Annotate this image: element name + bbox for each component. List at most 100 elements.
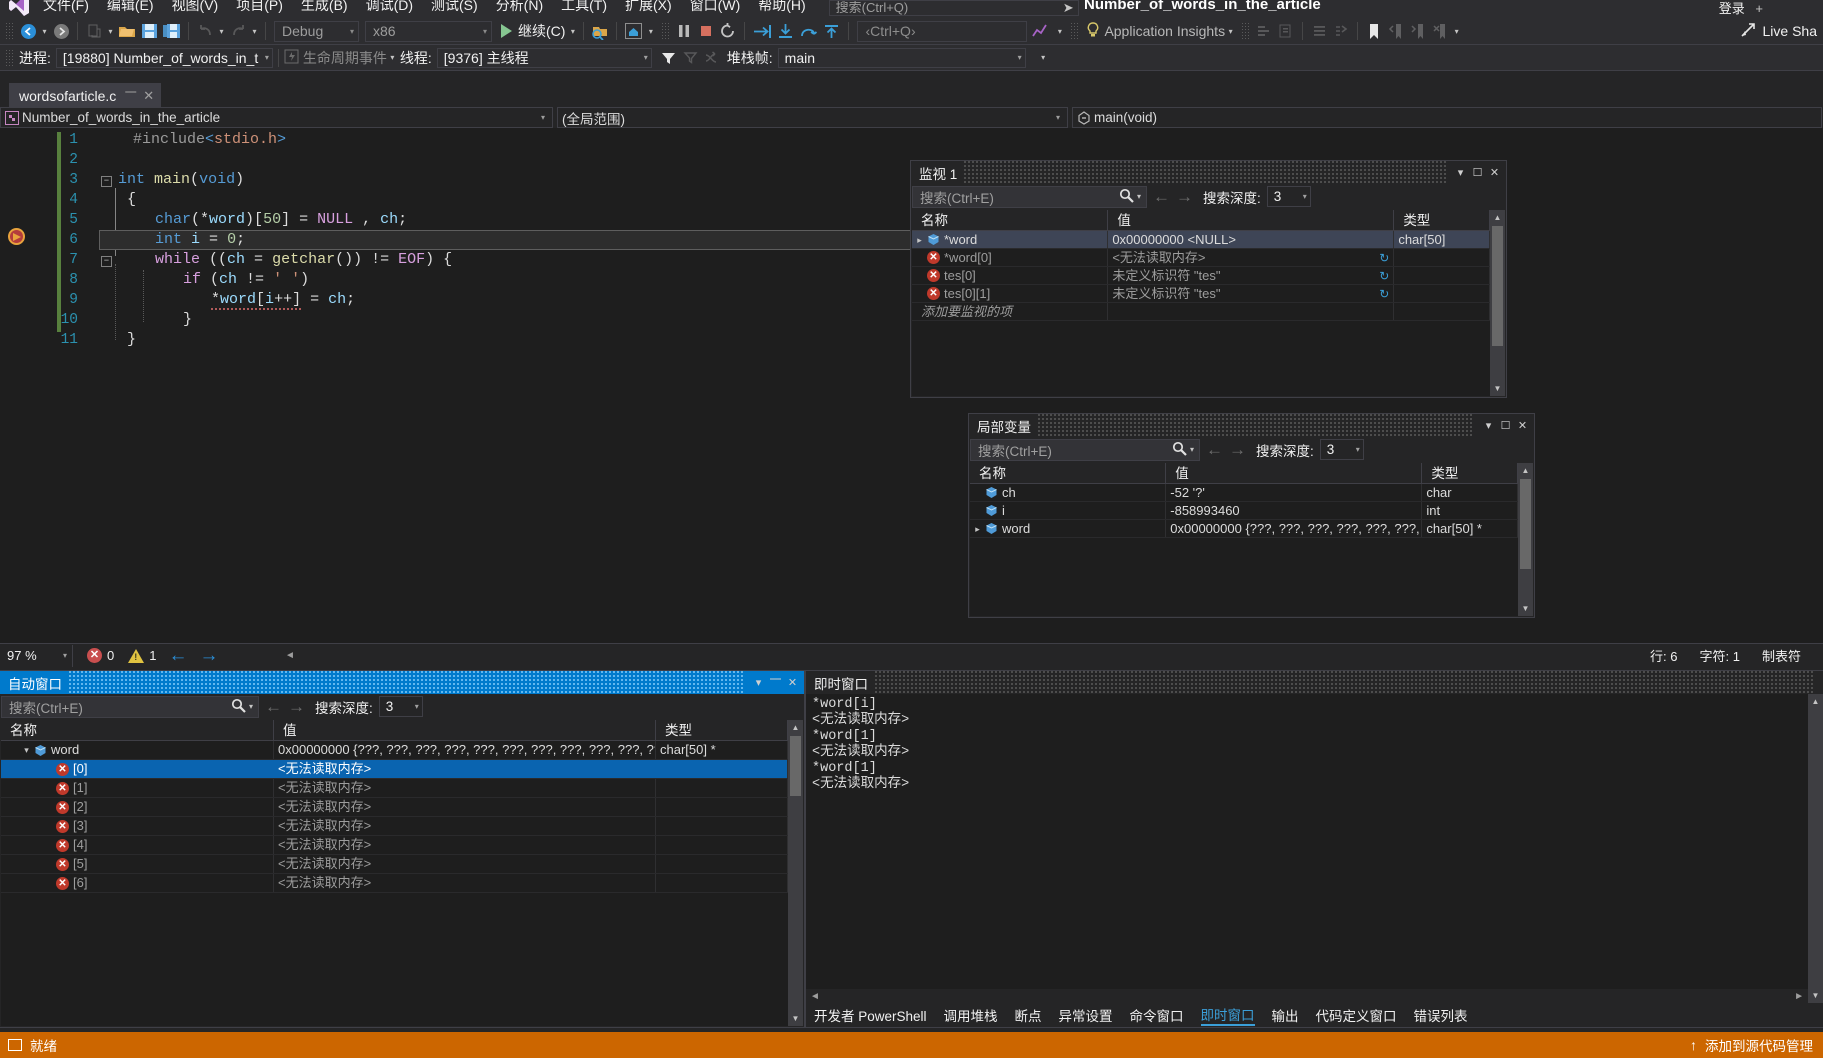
table-row[interactable]: ✕ [6] <无法读取内存> xyxy=(1,874,788,893)
diagnostic-tools-button[interactable] xyxy=(1030,20,1054,42)
menu-item-view[interactable]: 视图(V) xyxy=(163,0,228,14)
refresh-icon[interactable]: ↻ xyxy=(1379,249,1389,266)
fold-toggle-main[interactable]: − xyxy=(101,176,112,187)
chevron-down-icon[interactable]: ▾ xyxy=(1452,166,1469,179)
refresh-icon[interactable]: ↻ xyxy=(1379,285,1389,302)
column-header-type[interactable]: 类型 xyxy=(656,720,788,740)
variable-value[interactable]: <无法读取内存> xyxy=(274,855,656,873)
scroll-down-icon[interactable]: ▼ xyxy=(788,1011,803,1026)
solution-configuration-dropdown[interactable]: Debug ▾ xyxy=(274,20,359,42)
scroll-down-icon[interactable]: ▼ xyxy=(1808,988,1823,1003)
editor-horizontal-scrollbar[interactable]: ◄ xyxy=(285,648,1365,663)
search-previous-icon[interactable]: ← xyxy=(1147,188,1176,205)
save-all-button[interactable] xyxy=(160,20,183,42)
table-row[interactable]: ▸ word 0x00000000 {???, ???, ???, ???, ?… xyxy=(970,520,1518,538)
debug-toolbar-grip[interactable] xyxy=(5,48,14,67)
variable-value[interactable]: <无法读取内存> xyxy=(274,798,656,816)
table-row[interactable]: ✕ *word[0] <无法读取内存> ↻ xyxy=(912,249,1490,267)
search-options-caret-icon[interactable]: ▾ xyxy=(248,702,258,711)
scroll-down-icon[interactable]: ▼ xyxy=(1490,381,1505,396)
show-next-statement-button[interactable] xyxy=(750,20,774,42)
locals-panel-title-bar[interactable]: 局部变量 ▾ ☐ ✕ xyxy=(969,414,1534,437)
search-next-icon[interactable]: → xyxy=(1229,441,1252,458)
toolbar-grip-3[interactable] xyxy=(1070,22,1080,40)
pin-icon[interactable]: ⎻ xyxy=(767,676,784,689)
variable-value[interactable]: 0x00000000 {???, ???, ???, ???, ???, ???… xyxy=(1166,520,1423,537)
previous-bookmark-button[interactable] xyxy=(1385,20,1407,42)
table-row[interactable]: ✕ tes[0] 未定义标识符 "tes" ↻ xyxy=(912,267,1490,285)
expander-icon[interactable]: ▸ xyxy=(912,231,927,248)
continue-button[interactable]: 继续(C) xyxy=(495,21,567,41)
editor-glyph-margin[interactable] xyxy=(0,128,33,643)
redo-caret-icon[interactable]: ▾ xyxy=(249,27,260,36)
add-watch-row[interactable]: 添加要监视的项 xyxy=(912,303,1490,321)
flag-threads-button[interactable] xyxy=(680,47,702,69)
navigate-backward-caret-icon[interactable]: ▾ xyxy=(39,27,50,36)
redo-button[interactable] xyxy=(227,20,249,42)
locals-vertical-scrollbar[interactable]: ▲ ▼ xyxy=(1518,463,1533,616)
next-bookmark-button[interactable] xyxy=(1407,20,1429,42)
fold-toggle-while[interactable]: − xyxy=(101,256,112,267)
table-row[interactable]: i -858993460 int xyxy=(970,502,1518,520)
autos-grid[interactable]: 名称 值 类型 ▾ word 0x00000000 {???, ???, ???… xyxy=(1,720,788,1026)
variable-value[interactable]: -52 '?' xyxy=(1166,484,1423,501)
scrollbar-thumb[interactable] xyxy=(1520,479,1531,569)
column-header-value[interactable]: 值 xyxy=(274,720,656,740)
table-row[interactable]: ✕ [3] <无法读取内存> xyxy=(1,817,788,836)
undo-caret-icon[interactable]: ▾ xyxy=(216,27,227,36)
sign-in-button[interactable]: 登录 + xyxy=(1719,0,1763,17)
scroll-down-icon[interactable]: ▼ xyxy=(1518,601,1533,616)
step-out-button[interactable] xyxy=(820,20,843,42)
scroll-up-icon[interactable]: ▲ xyxy=(1518,463,1533,478)
close-icon[interactable]: ✕ xyxy=(1514,419,1531,432)
menu-item-tools[interactable]: 工具(T) xyxy=(552,0,616,14)
expander-icon[interactable]: ▸ xyxy=(970,520,985,537)
immediate-vertical-scrollbar[interactable]: ▲ ▼ xyxy=(1808,694,1823,1003)
scroll-up-icon[interactable]: ▲ xyxy=(788,720,803,735)
menu-item-test[interactable]: 测试(S) xyxy=(422,0,487,14)
undo-button[interactable] xyxy=(194,20,216,42)
chevron-down-icon[interactable]: ▾ xyxy=(750,676,767,689)
toolbar-grip-1[interactable] xyxy=(5,22,14,40)
tab-call-stack[interactable]: 调用堆栈 xyxy=(944,1005,998,1025)
clear-bookmarks-button[interactable] xyxy=(1429,20,1451,42)
scrollbar-thumb[interactable] xyxy=(1492,226,1503,346)
continue-caret-icon[interactable]: ▾ xyxy=(567,27,578,36)
column-header-name[interactable]: 名称 xyxy=(912,210,1109,230)
dock-icon[interactable]: ☐ xyxy=(1497,419,1514,432)
table-row[interactable]: ✕ [0] <无法读取内存> xyxy=(1,760,788,779)
restart-button[interactable] xyxy=(717,20,739,42)
zoom-level-dropdown[interactable]: 97 % ▾ xyxy=(0,644,73,667)
toolbar-grip-4[interactable] xyxy=(1241,22,1251,40)
immediate-horizontal-scrollbar[interactable]: ◄ ► xyxy=(806,989,1808,1003)
search-next-icon[interactable]: → xyxy=(1176,188,1199,205)
toggle-bookmark-button[interactable] xyxy=(1363,20,1385,42)
live-share-button[interactable]: Live Sha xyxy=(1740,22,1817,41)
attach-to-process-button[interactable] xyxy=(589,20,611,42)
column-header-type[interactable]: 类型 xyxy=(1422,463,1518,483)
menu-item-project[interactable]: 项目(P) xyxy=(227,0,292,14)
next-issue-icon[interactable]: → xyxy=(199,646,218,665)
table-row[interactable]: ✕ tes[0][1] 未定义标识符 "tes" ↻ xyxy=(912,285,1490,303)
scroll-left-icon[interactable]: ◄ xyxy=(806,991,820,1002)
table-row[interactable]: ✕ [1] <无法读取内存> xyxy=(1,779,788,798)
solution-platform-dropdown[interactable]: x86 ▾ xyxy=(365,20,492,42)
scroll-left-icon[interactable]: ◄ xyxy=(285,650,295,661)
stack-frame-dropdown[interactable]: main ▾ xyxy=(777,47,1026,68)
search-next-icon[interactable]: → xyxy=(288,698,311,715)
breakpoint-current-icon[interactable] xyxy=(8,228,25,245)
new-project-button[interactable] xyxy=(83,20,105,42)
tab-developer-powershell[interactable]: 开发者 PowerShell xyxy=(814,1005,927,1025)
variable-value[interactable]: <无法读取内存> xyxy=(274,817,656,835)
table-row[interactable]: ▸ *word 0x00000000 <NULL> char[50] xyxy=(912,231,1491,249)
process-dropdown[interactable]: [19880] Number_of_words_in_t ▾ xyxy=(55,47,273,68)
column-header-name[interactable]: 名称 xyxy=(1,720,274,740)
locals-search-input[interactable]: 搜索(Ctrl+E) ▾ xyxy=(970,438,1200,461)
watch-grid[interactable]: 名称 值 类型 ▸ *word 0x00000000 <NULL> char[5… xyxy=(912,210,1491,396)
navbar-project-dropdown[interactable]: Number_of_words_in_the_article ▾ xyxy=(0,107,553,128)
variable-value[interactable]: <无法读取内存> xyxy=(274,836,656,854)
table-row[interactable]: ch -52 '?' char xyxy=(970,484,1518,502)
break-all-button[interactable] xyxy=(673,20,695,42)
close-icon[interactable]: ✕ xyxy=(1486,166,1503,179)
tab-error-list[interactable]: 错误列表 xyxy=(1414,1005,1468,1025)
